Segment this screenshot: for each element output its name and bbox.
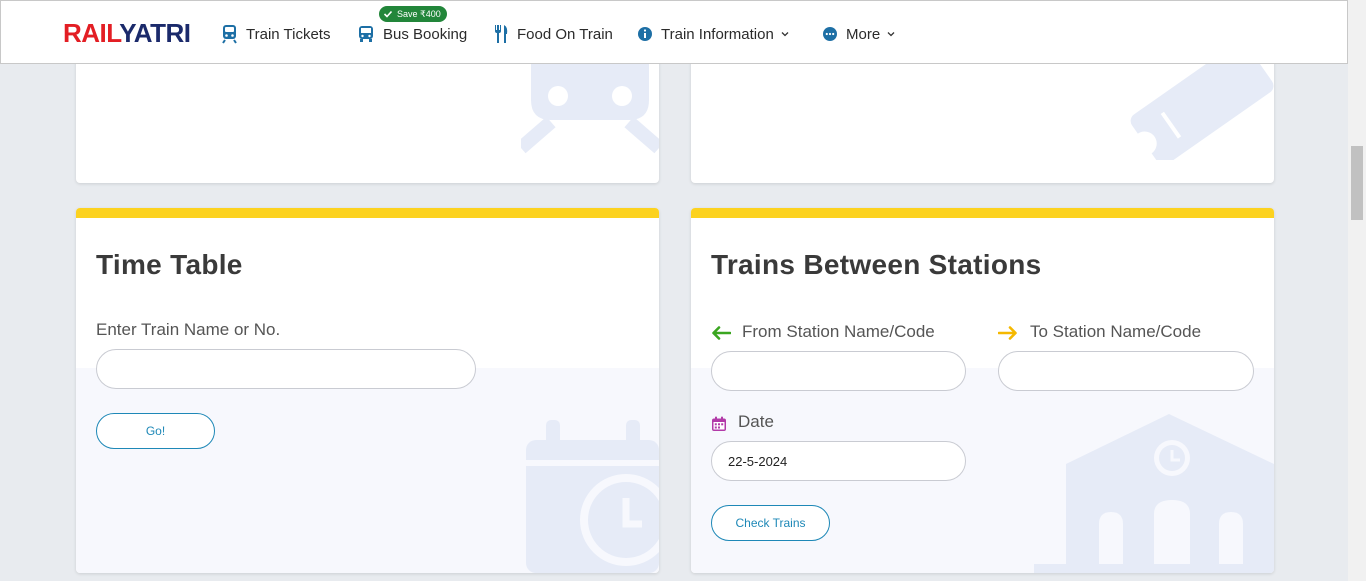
chevron-down-icon [887,32,895,37]
to-station-label: To Station Name/Code [1030,322,1202,341]
go-button[interactable]: Go! [96,413,215,449]
date-label: Date [738,412,774,431]
train-illustration-icon [521,50,659,154]
trains-between-title: Trains Between Stations [711,249,1042,280]
train-name-label: Enter Train Name or No. [96,320,281,339]
from-station-label: From Station Name/Code [742,322,935,341]
check-icon [383,10,393,18]
card-accent-bar [691,208,1274,218]
top-nav-bar: RAILYATRI Train Tickets Bus Booking Food… [0,0,1348,64]
train-icon [222,25,237,44]
arrow-left-icon [712,326,731,340]
time-table-title: Time Table [96,249,243,280]
nav-bus-booking[interactable]: Bus Booking [357,19,467,49]
nav-train-tickets[interactable]: Train Tickets [221,19,330,49]
card-accent-bar [76,208,659,218]
fork-knife-icon [495,25,508,43]
railyatri-logo[interactable]: RAILYATRI [63,18,191,48]
nav-more[interactable]: More [822,19,896,49]
nav-label: Bus Booking [383,25,468,43]
nav-label: Food On Train [517,25,613,43]
scrollbar-thumb[interactable] [1351,146,1363,220]
nav-train-information[interactable]: Train Information [637,19,790,49]
nav-label: More [846,25,881,43]
from-station-input[interactable] [711,351,966,391]
nav-label: Train Tickets [246,25,331,43]
ticket-illustration-icon [1130,50,1274,160]
nav-food-on-train[interactable]: Food On Train [493,19,613,49]
time-table-card: Time Table Enter Train Name or No. Go! [76,208,659,573]
nav-label: Train Information [661,25,774,43]
chevron-down-icon [781,32,789,37]
station-illustration-icon [1034,414,1274,573]
check-trains-button[interactable]: Check Trains [711,505,830,541]
train-name-input[interactable] [96,349,476,389]
page-scrollbar[interactable] [1348,0,1366,581]
calendar-clock-illustration-icon [526,420,659,573]
trains-between-stations-card: Trains Between Stations From Station Nam… [691,208,1274,573]
calendar-icon [712,416,726,431]
more-icon [823,27,837,41]
info-icon [638,27,652,41]
bus-icon [359,26,373,42]
date-input[interactable] [711,441,966,481]
save-badge: Save ₹400 [379,6,447,22]
to-station-input[interactable] [998,351,1254,391]
arrow-right-icon [998,326,1017,340]
